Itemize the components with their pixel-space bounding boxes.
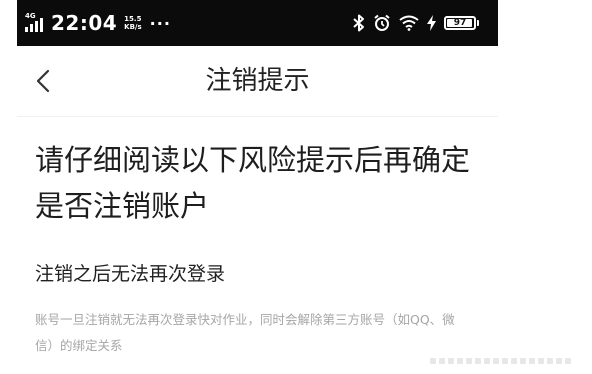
- charging-icon: [427, 15, 436, 31]
- phone-screen: 4G 22:04 15.5 KB/s ··· 97 注销提示 请仔细阅读以下风险…: [17, 0, 498, 374]
- status-time: 22:04: [51, 11, 118, 35]
- content-area: 请仔细阅读以下风险提示后再确定是否注销账户 注销之后无法再次登录 账号一旦注销就…: [17, 117, 498, 374]
- status-bar-right: 97: [353, 0, 479, 46]
- battery-level: 97: [453, 18, 467, 28]
- bluetooth-icon: [353, 14, 365, 32]
- net-speed-value: 15.5: [124, 15, 142, 23]
- page-title: 注销提示: [205, 66, 310, 96]
- net-speed-unit: KB/s: [124, 23, 142, 31]
- signal-icon: 4G: [25, 13, 45, 33]
- watermark: [430, 353, 580, 369]
- status-bar-left: 4G 22:04 15.5 KB/s ···: [25, 0, 171, 46]
- battery-icon: 97: [444, 16, 479, 30]
- section-body: 账号一旦注销就无法再次登录快对作业，同时会解除第三方账号（如QQ、微信）的绑定关…: [35, 312, 455, 353]
- status-bar: 4G 22:04 15.5 KB/s ··· 97: [17, 0, 498, 46]
- risk-warning-heading: 请仔细阅读以下风险提示后再确定是否注销账户: [35, 143, 471, 223]
- more-notifications-icon: ···: [149, 13, 171, 33]
- section-title: 注销之后无法再次登录: [35, 263, 226, 285]
- wifi-icon: [399, 15, 419, 31]
- net-speed: 15.5 KB/s: [124, 15, 141, 31]
- alarm-icon: [373, 14, 391, 32]
- nav-bar: 注销提示: [17, 46, 498, 117]
